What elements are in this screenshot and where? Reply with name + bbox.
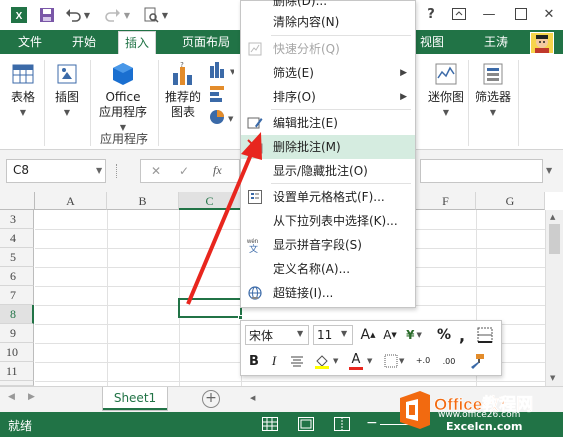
- arrow-shaft: [186, 151, 254, 305]
- watermark-url-2: Excelcn.com: [446, 420, 523, 433]
- annotation-arrow: [186, 132, 262, 305]
- watermark: Office教程网 www.office26.com Excelcn.com: [398, 386, 563, 437]
- office-logo-icon: [398, 390, 432, 430]
- watermark-url: www.office26.com: [438, 410, 521, 420]
- arrow-head: [241, 132, 262, 160]
